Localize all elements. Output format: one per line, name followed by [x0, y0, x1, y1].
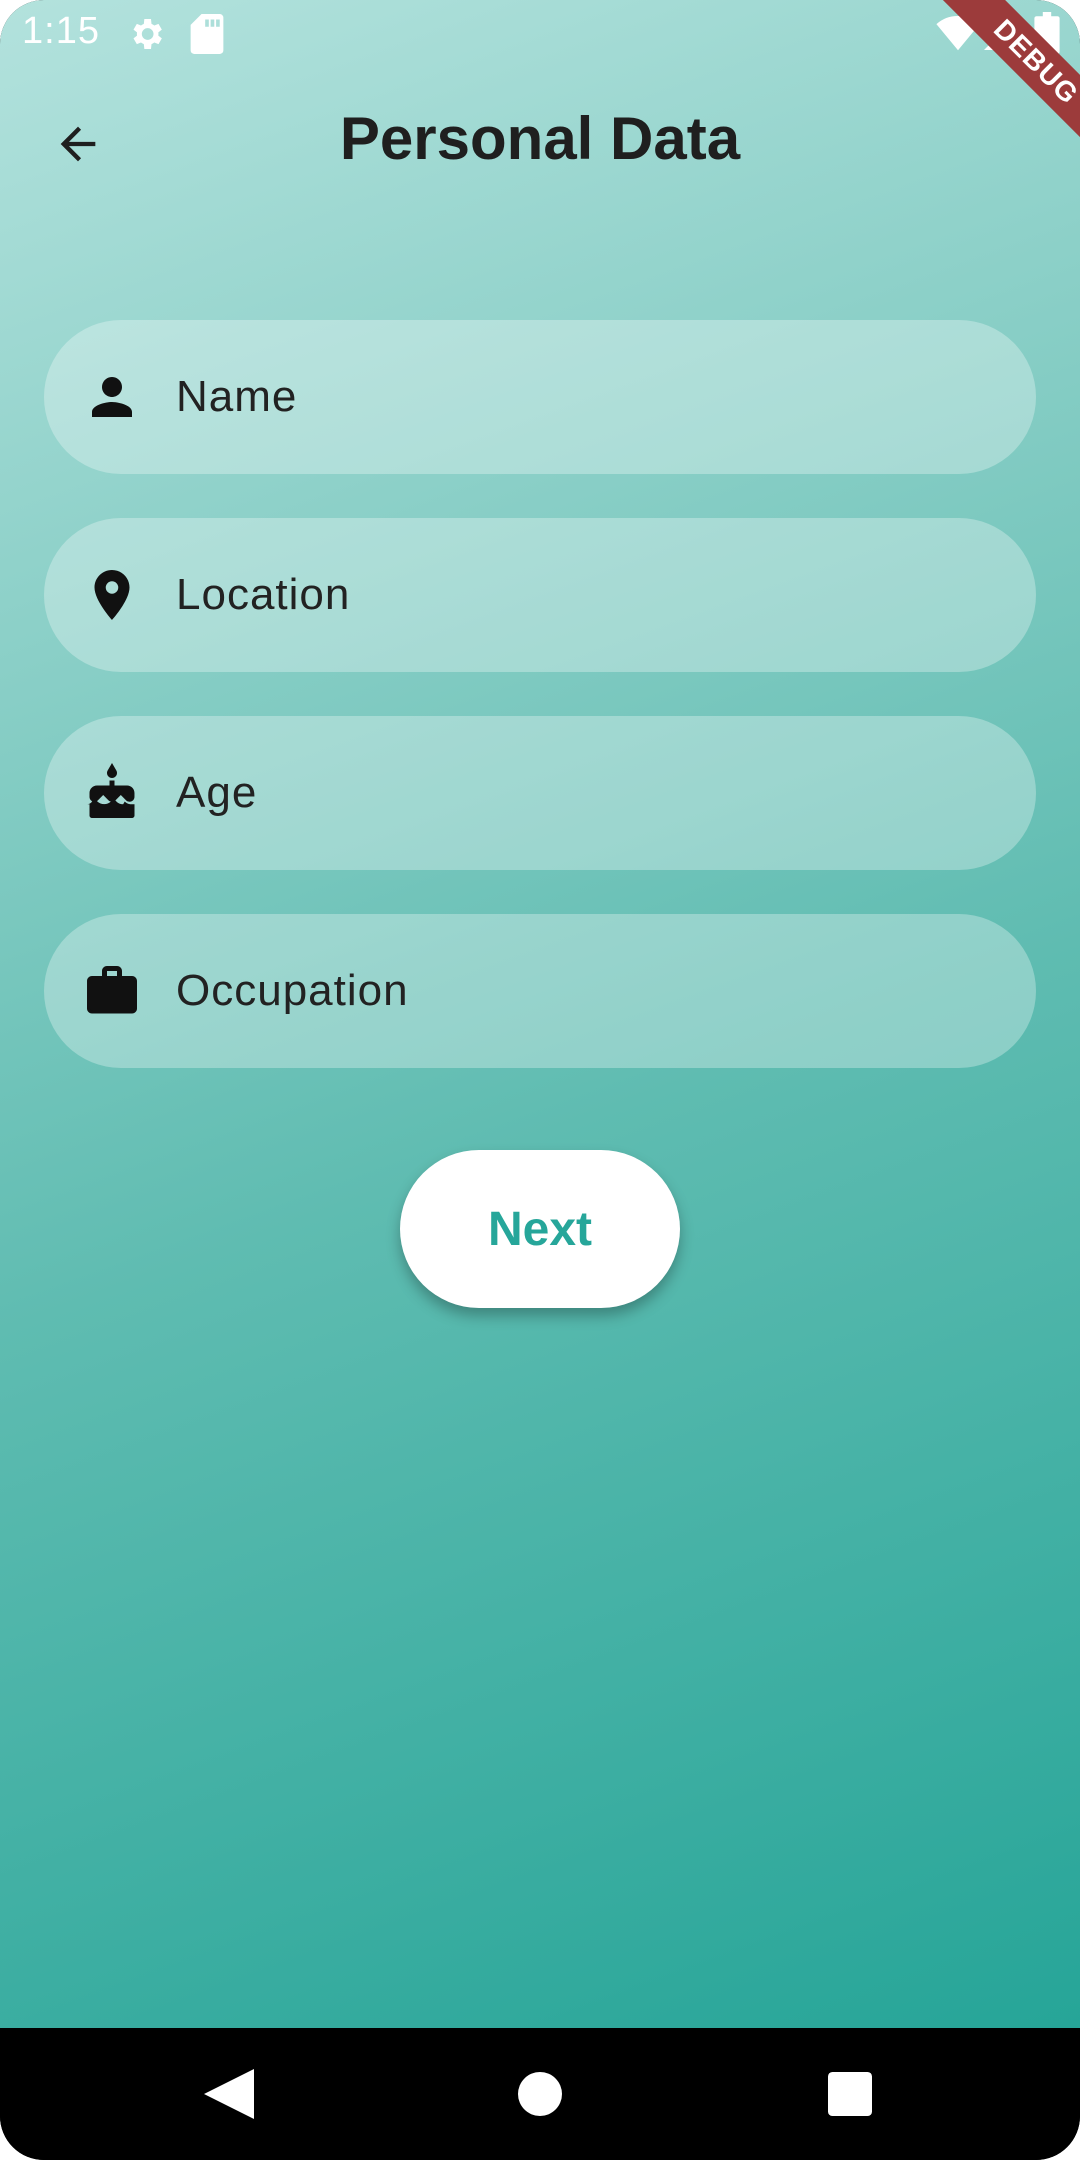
next-button[interactable]: Next: [400, 1150, 680, 1308]
briefcase-icon: [87, 966, 137, 1014]
age-field[interactable]: [44, 716, 1036, 870]
occupation-input[interactable]: [176, 914, 996, 1068]
navigation-bar: [0, 2028, 1080, 2160]
location-pin-icon: [94, 570, 130, 620]
nav-back-icon[interactable]: [204, 2068, 254, 2120]
status-time: 1:15: [22, 10, 100, 52]
location-field[interactable]: [44, 518, 1036, 672]
name-input[interactable]: [176, 320, 996, 474]
name-field[interactable]: [44, 320, 1036, 474]
occupation-field[interactable]: [44, 914, 1036, 1068]
age-input[interactable]: [176, 716, 996, 870]
nav-recents-icon[interactable]: [828, 2072, 872, 2116]
location-input[interactable]: [176, 518, 996, 672]
status-bar: 1:15: [0, 0, 1080, 68]
screen: 1:15 DEBUG Personal Data Name Location A…: [0, 0, 1080, 2160]
cake-icon: [86, 763, 135, 818]
nav-home-icon[interactable]: [518, 2072, 562, 2116]
page-title: Personal Data: [339, 105, 741, 172]
person-icon: [92, 377, 132, 417]
settings-icon: [133, 19, 162, 49]
sd-card-icon: [190, 14, 224, 54]
